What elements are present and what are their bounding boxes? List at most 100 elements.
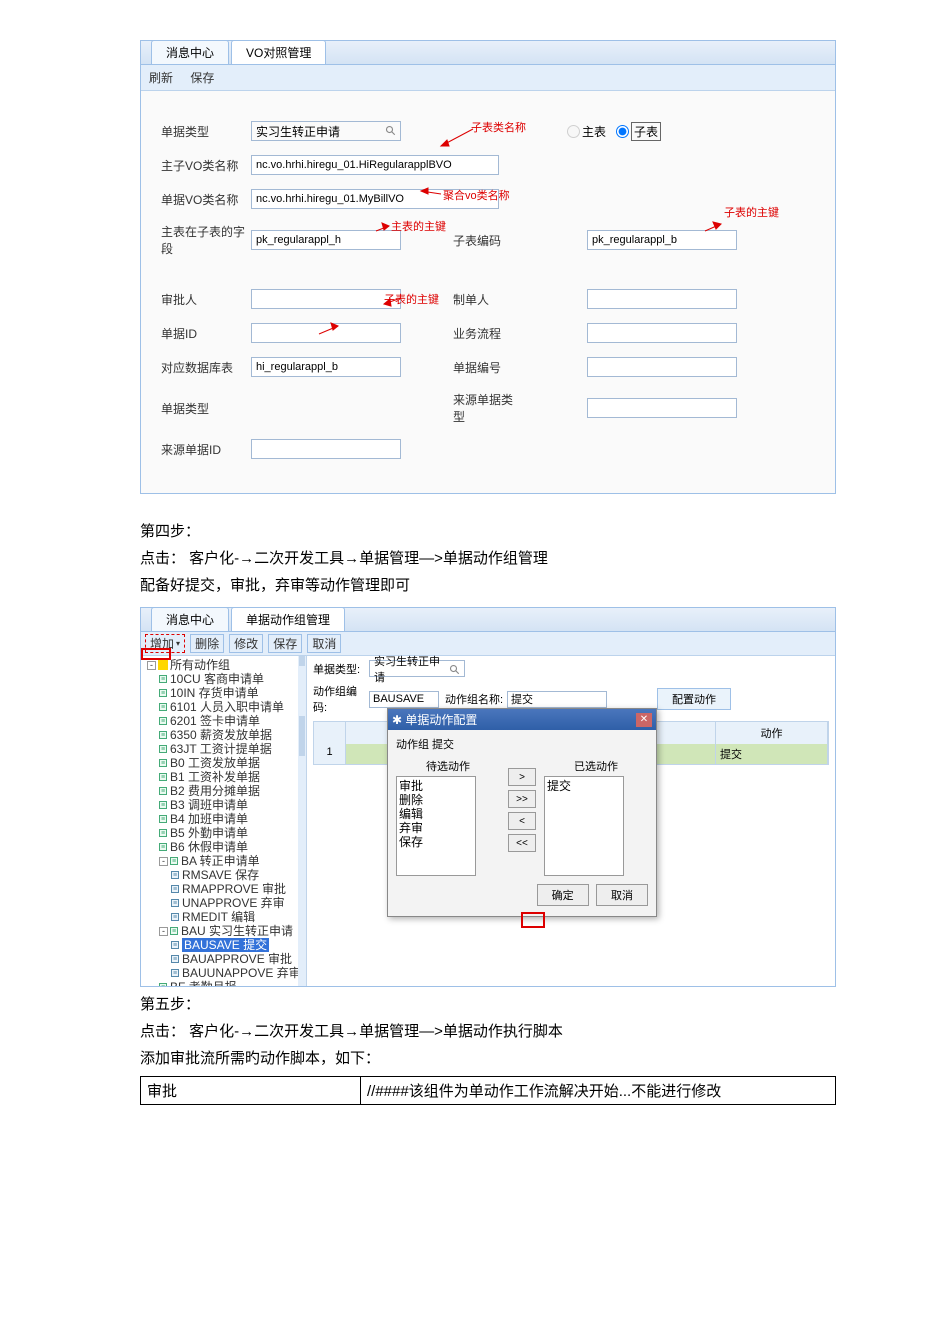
tree-item[interactable]: ≡UNAPPROVE 弃审 <box>143 896 304 910</box>
srcbillid-input[interactable] <box>251 439 401 459</box>
move-left-button[interactable]: < <box>508 812 536 830</box>
mainvo-label: 主子VO类名称 <box>161 157 251 174</box>
tab-vo-mapping[interactable]: VO对照管理 <box>231 40 326 64</box>
srcbilltype-label: 来源单据类型 <box>453 391 523 425</box>
tab-action-group[interactable]: 单据动作组管理 <box>231 607 345 631</box>
modify-button[interactable]: 修改 <box>229 634 263 653</box>
move-right-button[interactable]: > <box>508 768 536 786</box>
step4-line2: 点击： 客户化-→二次开发工具→单据管理—>单据动作组管理 <box>140 545 836 572</box>
tree-item[interactable]: -所有动作组 <box>143 658 304 672</box>
close-icon[interactable]: ✕ <box>636 713 652 727</box>
save-button[interactable]: 保存 <box>190 71 214 85</box>
radio-main[interactable]: 主表 <box>567 123 606 140</box>
tree-item[interactable]: ≡RMEDIT 编辑 <box>143 910 304 924</box>
dialog-group: 动作组 提交 <box>396 736 648 752</box>
tree-item[interactable]: ≡6201 签卡申请单 <box>143 714 304 728</box>
delete-button[interactable]: 删除 <box>190 634 224 653</box>
mainfield-input[interactable] <box>251 230 401 250</box>
red-highlight-1 <box>521 912 545 928</box>
tree-item[interactable]: ≡BF 考勤月报 <box>143 980 304 986</box>
tree-item[interactable]: ≡B6 休假申请单 <box>143 840 304 854</box>
dialog-titlebar[interactable]: ✱ 单据动作配置 ✕ <box>388 709 656 730</box>
groupname-input[interactable] <box>507 691 607 708</box>
tree-item[interactable]: ≡10IN 存货申请单 <box>143 686 304 700</box>
tree-item[interactable]: ≡RMSAVE 保存 <box>143 868 304 882</box>
step4-line3: 配备好提交，审批，弃审等动作管理即可 <box>140 572 836 599</box>
approver-input[interactable] <box>251 289 401 309</box>
groupcode-label: 动作组编码: <box>313 683 369 715</box>
maker-input[interactable] <box>587 289 737 309</box>
tree-item[interactable]: ≡6101 人员入职申请单 <box>143 700 304 714</box>
list-item[interactable]: 删除 <box>399 793 473 807</box>
tree-item[interactable]: ≡BAUUNAPPOVE 弃审 <box>143 966 304 980</box>
tab-message-center-2[interactable]: 消息中心 <box>151 607 229 631</box>
tree-sidebar[interactable]: -所有动作组≡10CU 客商申请单≡10IN 存货申请单≡6101 人员入职申请… <box>141 656 307 986</box>
cancel-button-2[interactable]: 取消 <box>596 884 648 906</box>
mainvo-input[interactable] <box>251 155 499 175</box>
step4-title: 第四步： <box>140 518 836 545</box>
search-icon[interactable] <box>449 664 461 679</box>
scrollbar[interactable] <box>298 656 306 986</box>
list-item[interactable]: 弃审 <box>399 821 473 835</box>
groupcode-input[interactable] <box>369 691 439 708</box>
tab-message-center[interactable]: 消息中心 <box>151 40 229 64</box>
tree-item[interactable]: ≡BAUSAVE 提交 <box>143 938 304 952</box>
toolbar-2: 增加▾ 删除 修改 保存 取消 <box>141 632 835 656</box>
billno-label: 单据编号 <box>453 359 523 376</box>
doc-step5: 第五步： 点击： 客户化-→二次开发工具→单据管理—>单据动作执行脚本 添加审批… <box>140 991 836 1072</box>
radio-sub[interactable]: 子表 <box>616 122 661 141</box>
mainfield-label: 主表在子表的字段 <box>161 223 251 257</box>
step5-line3: 添加审批流所需旳动作脚本，如下： <box>140 1045 836 1072</box>
tree-item[interactable]: ≡B4 加班申请单 <box>143 812 304 826</box>
move-all-left-button[interactable]: << <box>508 834 536 852</box>
tree-item[interactable]: ≡B2 费用分摊单据 <box>143 784 304 798</box>
billtype2-label: 单据类型 <box>161 400 251 417</box>
form-content: 单据类型 实习生转正申请 主表 子表 主子VO类名称 单据VO类名称 主表在子表… <box>141 91 835 493</box>
action-config-dialog: ✱ 单据动作配置 ✕ 动作组 提交 待选动作 审批删除编辑弃审保存 > >> <… <box>387 708 657 917</box>
tree-item[interactable]: ≡10CU 客商申请单 <box>143 672 304 686</box>
approver-label: 审批人 <box>161 291 251 308</box>
selected-list[interactable]: 提交 <box>544 776 624 876</box>
tree-item[interactable]: ≡B3 调班申请单 <box>143 798 304 812</box>
subcode-input[interactable] <box>587 230 737 250</box>
tree-item[interactable]: -≡BA 转正申请单 <box>143 854 304 868</box>
search-icon[interactable] <box>385 125 397 140</box>
script-name-cell: 审批 <box>141 1077 361 1105</box>
doc-step4: 第四步： 点击： 客户化-→二次开发工具→单据管理—>单据动作组管理 配备好提交… <box>140 518 836 599</box>
list-item[interactable]: 审批 <box>399 779 473 793</box>
list-item[interactable]: 保存 <box>399 835 473 849</box>
refresh-button[interactable]: 刷新 <box>149 71 173 85</box>
tree-item[interactable]: ≡B1 工资补发单据 <box>143 770 304 784</box>
billvo-input[interactable] <box>251 189 499 209</box>
tree-item[interactable]: ≡B5 外勤申请单 <box>143 826 304 840</box>
ok-button[interactable]: 确定 <box>537 884 589 906</box>
dbtable-input[interactable] <box>251 357 401 377</box>
groupname-label: 动作组名称: <box>445 691 507 707</box>
billtype-combo[interactable]: 实习生转正申请 <box>369 660 465 677</box>
tab-bar: 消息中心 VO对照管理 <box>141 41 835 65</box>
billid-input[interactable] <box>251 323 401 343</box>
srcbilltype-input[interactable] <box>587 398 737 418</box>
bizflow-input[interactable] <box>587 323 737 343</box>
tree-item[interactable]: ≡6350 薪资发放单据 <box>143 728 304 742</box>
red-highlight-2 <box>141 648 171 660</box>
tree-item[interactable]: ≡BAUAPPROVE 审批 <box>143 952 304 966</box>
billtype-input[interactable]: 实习生转正申请 <box>251 121 401 141</box>
dbtable-label: 对应数据库表 <box>161 359 251 376</box>
config-action-button[interactable]: 配置动作 <box>657 688 731 710</box>
th-action: 动作 <box>716 722 828 744</box>
cancel-button[interactable]: 取消 <box>307 634 341 653</box>
list-item[interactable]: 提交 <box>547 779 621 793</box>
list-item[interactable]: 编辑 <box>399 807 473 821</box>
bizflow-label: 业务流程 <box>453 325 523 342</box>
tree-item[interactable]: -≡BAU 实习生转正申请 <box>143 924 304 938</box>
billno-input[interactable] <box>587 357 737 377</box>
move-all-right-button[interactable]: >> <box>508 790 536 808</box>
tree-item[interactable]: ≡63JT 工资计提单据 <box>143 742 304 756</box>
tree-item[interactable]: ≡B0 工资发放单据 <box>143 756 304 770</box>
tree-item[interactable]: ≡RMAPPROVE 审批 <box>143 882 304 896</box>
available-list[interactable]: 审批删除编辑弃审保存 <box>396 776 476 876</box>
save-button-2[interactable]: 保存 <box>268 634 302 653</box>
billvo-label: 单据VO类名称 <box>161 191 251 208</box>
step5-line2: 点击： 客户化-→二次开发工具→单据管理—>单据动作执行脚本 <box>140 1018 836 1045</box>
